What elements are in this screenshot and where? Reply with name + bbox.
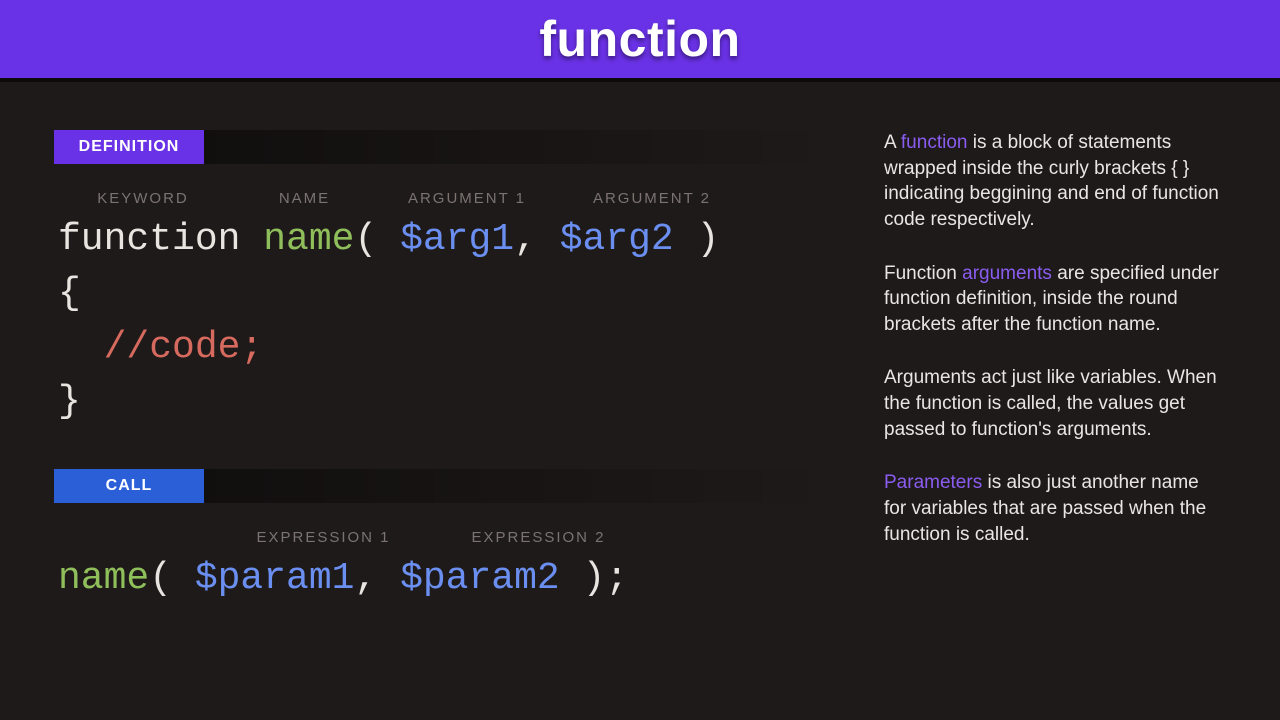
- definition-code-block: function name( $arg1, $arg2 ) { //code; …: [54, 213, 844, 429]
- annotation-arg1: ARGUMENT 1: [377, 190, 557, 207]
- code-comma: ,: [514, 218, 560, 261]
- desc-paragraph-1: A function is a block of statements wrap…: [884, 130, 1226, 233]
- hl-parameters: Parameters: [884, 472, 982, 493]
- code-arg2: $arg2: [560, 218, 674, 261]
- code-call-name: name: [58, 557, 149, 600]
- page-title: function: [539, 10, 740, 68]
- call-tab: CALL: [54, 469, 204, 503]
- desc-paragraph-3: Arguments act just like variables. When …: [884, 365, 1226, 442]
- code-column: DEFINITION KEYWORD NAME ARGUMENT 1 ARGUM…: [54, 130, 844, 606]
- call-code-block: name( $param1, $param2 );: [54, 552, 844, 606]
- code-call-comma: ,: [354, 557, 400, 600]
- desc-paragraph-2: Function arguments are specified under f…: [884, 261, 1226, 338]
- annotation-arg2: ARGUMENT 2: [557, 190, 747, 207]
- code-indent: [58, 326, 104, 369]
- annotation-name: NAME: [232, 190, 377, 207]
- code-keyword: function: [58, 218, 240, 261]
- code-paren-close: ): [674, 218, 720, 261]
- description-column: A function is a block of statements wrap…: [884, 130, 1226, 606]
- call-annotations: EXPRESSION 1 EXPRESSION 2: [54, 529, 844, 546]
- code-param2: $param2: [400, 557, 560, 600]
- code-param1: $param1: [195, 557, 355, 600]
- call-section: CALL EXPRESSION 1 EXPRESSION 2 name( $pa…: [54, 469, 844, 606]
- code-paren-open: (: [354, 218, 400, 261]
- code-arg1: $arg1: [400, 218, 514, 261]
- hl-function: function: [901, 132, 968, 153]
- definition-tab: DEFINITION: [54, 130, 204, 164]
- tab-fade: [204, 469, 844, 503]
- annotation-expr1: EXPRESSION 1: [216, 529, 431, 546]
- definition-annotations: KEYWORD NAME ARGUMENT 1 ARGUMENT 2: [54, 190, 844, 207]
- code-brace-open: {: [58, 272, 81, 315]
- code-fn-name: name: [263, 218, 354, 261]
- call-tab-row: CALL: [54, 469, 844, 503]
- content-area: DEFINITION KEYWORD NAME ARGUMENT 1 ARGUM…: [0, 82, 1280, 606]
- header-banner: function: [0, 0, 1280, 82]
- code-call-open: (: [149, 557, 195, 600]
- hl-arguments: arguments: [962, 263, 1052, 284]
- definition-tab-row: DEFINITION: [54, 130, 844, 164]
- tab-fade: [204, 130, 844, 164]
- code-comment: //code;: [104, 326, 264, 369]
- annotation-expr2: EXPRESSION 2: [431, 529, 646, 546]
- code-brace-close: }: [58, 380, 81, 423]
- annotation-keyword: KEYWORD: [54, 190, 232, 207]
- desc-paragraph-4: Parameters is also just another name for…: [884, 470, 1226, 547]
- code-call-close: );: [560, 557, 628, 600]
